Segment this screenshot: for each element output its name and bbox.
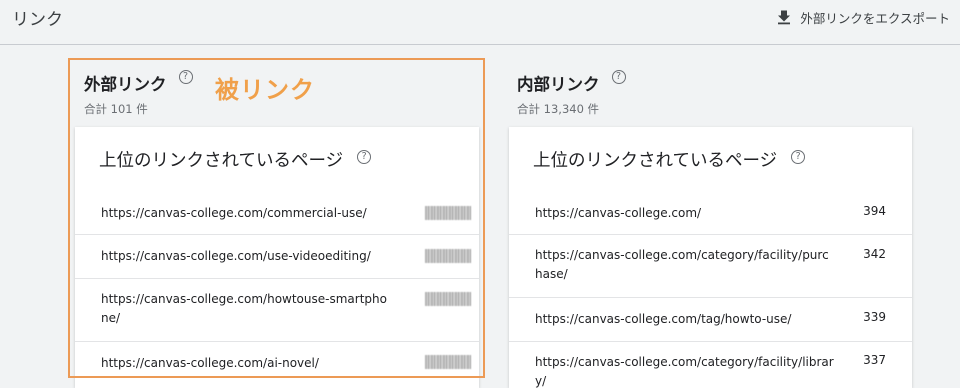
internal-links-title: 内部リンク <box>517 75 600 94</box>
row-count: 394 <box>863 204 886 218</box>
row-url: https://canvas-college.com/use-videoedit… <box>101 249 371 263</box>
internal-top-linked-pages-card: 上位のリンクされているページ ? https://canvas-college.… <box>509 127 912 388</box>
row-url: https://canvas-college.com/category/faci… <box>535 355 834 388</box>
table-row[interactable]: https://canvas-college.com/ai-novel/ <box>75 342 479 388</box>
row-url: https://canvas-college.com/commercial-us… <box>101 206 367 220</box>
redacted-count <box>425 292 471 306</box>
download-icon <box>778 10 791 25</box>
card-title: 上位のリンクされているページ <box>99 151 344 171</box>
internal-links-header: 内部リンク ? 合計 13,340 件 <box>517 70 626 117</box>
row-count: 337 <box>863 353 886 367</box>
redacted-count <box>425 206 471 220</box>
row-url: https://canvas-college.com/ai-novel/ <box>101 356 319 370</box>
row-count: 342 <box>863 247 886 261</box>
row-url: https://canvas-college.com/tag/howto-use… <box>535 312 792 326</box>
redacted-count <box>425 249 471 263</box>
external-links-header: 外部リンク ? 合計 101 件 <box>84 70 193 117</box>
backlink-annotation: 被リンク <box>215 76 315 104</box>
help-icon[interactable]: ? <box>357 149 372 164</box>
row-url: https://canvas-college.com/ <box>535 206 702 220</box>
export-external-links-button[interactable]: 外部リンクをエクスポート <box>776 6 950 28</box>
help-icon[interactable]: ? <box>791 149 806 164</box>
redacted-count <box>425 355 471 369</box>
page-header: リンク 外部リンクをエクスポート <box>0 0 960 45</box>
table-row[interactable]: https://canvas-college.com/category/faci… <box>509 235 912 298</box>
row-url: https://canvas-college.com/howtouse-smar… <box>101 292 387 325</box>
card-title: 上位のリンクされているページ <box>533 151 778 171</box>
row-count: 339 <box>863 310 886 324</box>
help-icon[interactable]: ? <box>178 70 193 84</box>
table-row[interactable]: https://canvas-college.com/commercial-us… <box>75 192 479 235</box>
table-row[interactable]: https://canvas-college.com/ 394 <box>509 192 912 235</box>
table-row[interactable]: https://canvas-college.com/tag/howto-use… <box>509 298 912 342</box>
page-title: リンク <box>12 10 63 30</box>
external-links-title: 外部リンク <box>84 75 167 94</box>
export-label: 外部リンクをエクスポート <box>800 10 950 26</box>
row-url: https://canvas-college.com/category/faci… <box>535 248 829 281</box>
table-row[interactable]: https://canvas-college.com/category/faci… <box>509 342 912 388</box>
internal-links-total: 合計 13,340 件 <box>517 102 600 116</box>
external-links-total: 合計 101 件 <box>84 102 148 116</box>
external-top-linked-pages-card: 上位のリンクされているページ ? https://canvas-college.… <box>75 127 479 388</box>
table-row[interactable]: https://canvas-college.com/howtouse-smar… <box>75 279 479 342</box>
help-icon[interactable]: ? <box>611 70 626 84</box>
table-row[interactable]: https://canvas-college.com/use-videoedit… <box>75 235 479 279</box>
